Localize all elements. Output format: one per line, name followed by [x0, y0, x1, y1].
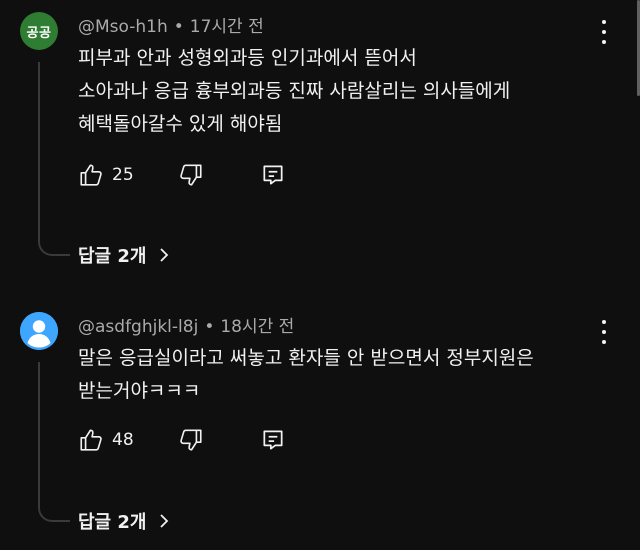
- more-options-button[interactable]: [596, 320, 612, 344]
- timestamp[interactable]: 18시간 전: [220, 317, 294, 337]
- comment: @asdfghjkl-l8j • 18시간 전 말은 응급실이라고 써놓고 환자들 …: [0, 300, 640, 550]
- comment-line: 말은 응급실이라고 써놓고 환자들 안 받으면서 정부지원은: [78, 347, 534, 369]
- chevron-right-icon: [160, 514, 169, 528]
- dislike-button[interactable]: [178, 162, 204, 188]
- thumbs-up-icon: [80, 429, 102, 451]
- thumbs-up-icon: [80, 164, 102, 186]
- default-user-icon: [20, 312, 58, 350]
- replies-label: 답글 2개: [78, 246, 147, 267]
- meta-separator: •: [173, 17, 184, 37]
- comment-meta: @Mso-h1h • 17시간 전: [78, 12, 264, 37]
- view-replies-button[interactable]: 답글 2개: [78, 242, 172, 268]
- avatar-initials: 공공: [26, 25, 52, 41]
- more-vertical-icon-dot: [602, 30, 606, 34]
- more-options-button[interactable]: [596, 20, 612, 44]
- more-vertical-icon-dot: [602, 40, 606, 44]
- like-count: 48: [112, 430, 134, 450]
- comment: 공공 @Mso-h1h • 17시간 전 피부과 안과 성형외과등 인기과에서 뜯어…: [0, 0, 640, 275]
- comment-actions: 25: [78, 160, 286, 190]
- author-handle[interactable]: @Mso-h1h: [78, 17, 168, 37]
- dislike-button[interactable]: [178, 427, 204, 453]
- comment-line: 피부과 안과 성형외과등 인기과에서 뜯어서: [78, 47, 417, 69]
- comment-line: 소아과나 응급 흉부외과등 진짜 사람살리는 의사들에게: [78, 80, 511, 102]
- like-button[interactable]: [78, 427, 104, 453]
- more-vertical-icon-dot: [602, 340, 606, 344]
- reply-comment-icon: [263, 430, 283, 450]
- comment-text: 피부과 안과 성형외과등 인기과에서 뜯어서 소아과나 응급 흉부외과등 진짜 …: [78, 42, 598, 141]
- reply-comment-icon: [263, 165, 283, 185]
- thumbs-down-icon: [180, 164, 202, 186]
- thread-connector: [38, 62, 70, 256]
- comment-line: 혜택돌아갈수 있게 해야됨: [78, 113, 283, 135]
- more-vertical-icon-dot: [602, 330, 606, 334]
- comment-line: 받는거야ㅋㅋㅋ: [78, 380, 201, 402]
- avatar[interactable]: [20, 312, 58, 350]
- comment-actions: 48: [78, 425, 286, 455]
- view-replies-button[interactable]: 답글 2개: [78, 508, 172, 534]
- reply-button[interactable]: [260, 427, 286, 453]
- more-vertical-icon: [602, 320, 606, 324]
- replies-label: 답글 2개: [78, 512, 147, 533]
- meta-separator: •: [204, 317, 215, 337]
- timestamp[interactable]: 17시간 전: [190, 17, 264, 37]
- thread-connector: [38, 362, 70, 522]
- comment-text: 말은 응급실이라고 써놓고 환자들 안 받으면서 정부지원은 받는거야ㅋㅋㅋ: [78, 342, 598, 408]
- author-handle[interactable]: @asdfghjkl-l8j: [78, 317, 198, 337]
- comment-meta: @asdfghjkl-l8j • 18시간 전: [78, 312, 294, 337]
- avatar[interactable]: 공공: [20, 12, 58, 50]
- thumbs-down-icon: [180, 429, 202, 451]
- more-vertical-icon: [602, 20, 606, 24]
- like-button[interactable]: [78, 162, 104, 188]
- chevron-right-icon: [160, 248, 169, 262]
- reply-button[interactable]: [260, 162, 286, 188]
- like-count: 25: [112, 165, 134, 185]
